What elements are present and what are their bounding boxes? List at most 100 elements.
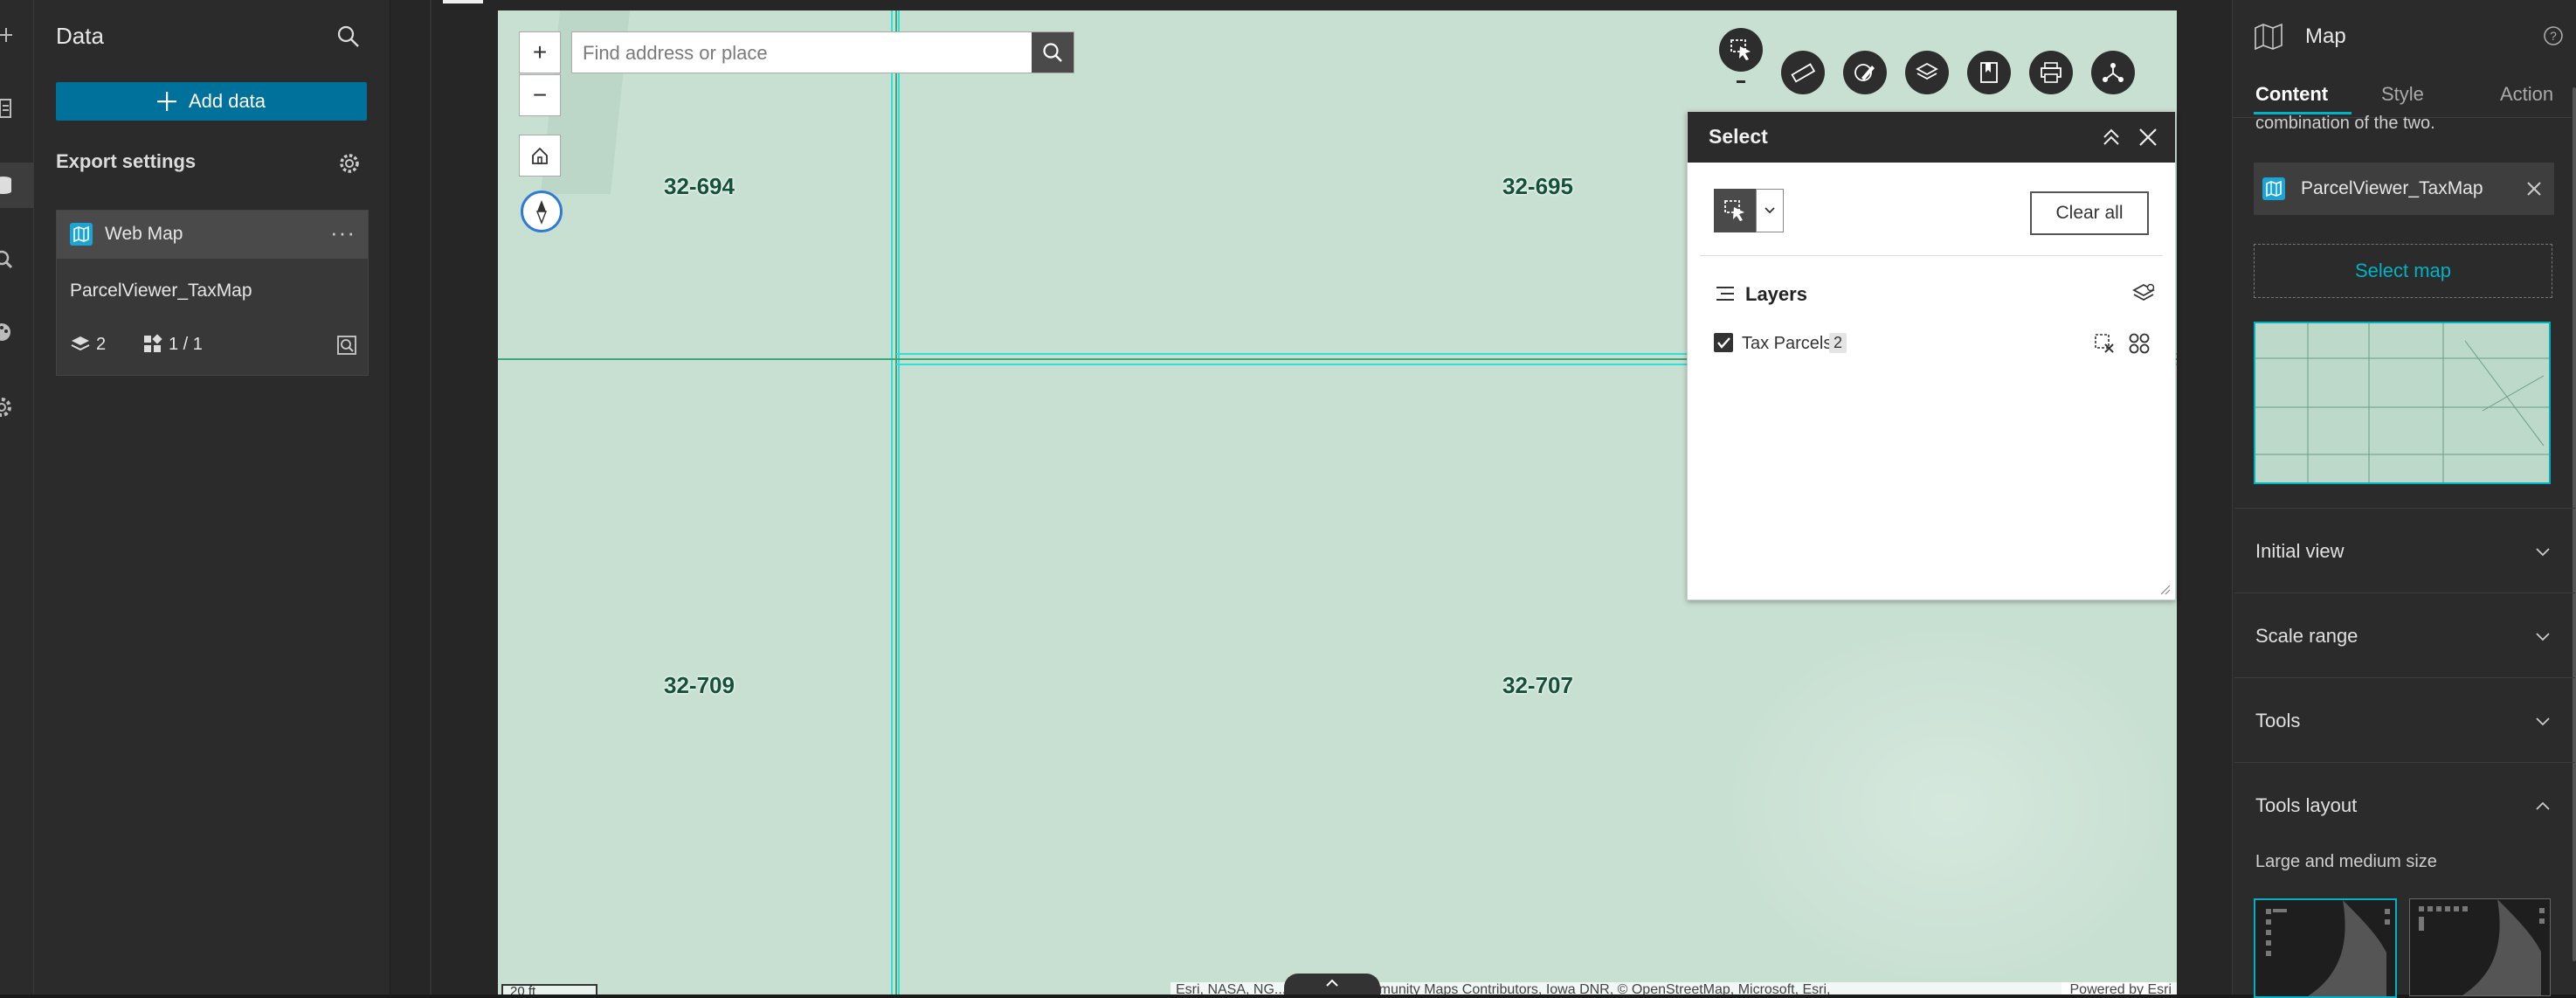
- compass-icon: [535, 200, 548, 225]
- section-label: Tools: [2255, 710, 2301, 731]
- select-panel-title: Select: [1709, 125, 1768, 148]
- map-preview-image: [2255, 323, 2549, 482]
- expand-attribution-button[interactable]: [1284, 974, 1380, 995]
- add-data-button[interactable]: Add data: [56, 82, 367, 121]
- close-panel-button[interactable]: [2137, 126, 2159, 149]
- section-tools-layout[interactable]: Tools layout: [2234, 762, 2575, 847]
- layout-option-horizontal[interactable]: [2409, 898, 2551, 996]
- page-button[interactable]: [0, 86, 33, 131]
- search-input[interactable]: Find address or place: [572, 32, 1032, 73]
- chevron-down-icon: [2536, 717, 2550, 726]
- list-icon: [1716, 287, 1734, 301]
- search-placeholder: Find address or place: [583, 42, 768, 64]
- plus-icon: [0, 28, 12, 42]
- print-button[interactable]: [2029, 51, 2073, 94]
- powered-by-text: Powered by Esri: [2061, 982, 2172, 995]
- tab-action[interactable]: Action: [2500, 83, 2553, 106]
- select-tool-button[interactable]: [1719, 28, 1763, 72]
- web-map-type-label: Web Map: [105, 224, 183, 244]
- select-icon: [1730, 39, 1751, 60]
- export-settings-button[interactable]: [338, 152, 361, 175]
- web-map-card[interactable]: Web Map ··· ParcelViewer_TaxMap 2 1 / 1: [56, 210, 369, 376]
- section-initial-view[interactable]: Initial view: [2234, 508, 2575, 593]
- data-panel: Data Add data Export settings Web Map ··…: [34, 0, 390, 995]
- zoom-to-map-button[interactable]: [336, 335, 357, 356]
- export-settings-label: Export settings: [56, 150, 197, 172]
- collapse-panel-button[interactable]: [2100, 126, 2123, 149]
- widget-count-value: 1 / 1: [169, 334, 203, 354]
- layers-gear-icon: [2132, 283, 2155, 301]
- data-button[interactable]: [0, 163, 33, 208]
- selection-mode-button[interactable]: [1714, 189, 1756, 232]
- check-icon: [1717, 337, 1730, 349]
- measure-tool-button[interactable]: [1781, 51, 1825, 94]
- search-submit-button[interactable]: [1032, 32, 1074, 73]
- tab-style[interactable]: Style: [2381, 83, 2424, 106]
- chevron-down-icon: [2536, 548, 2550, 557]
- show-selected-features-button[interactable]: [2128, 332, 2151, 355]
- layer-name: Tax Parcels: [1742, 334, 1833, 353]
- layer-options-button[interactable]: [2131, 281, 2156, 306]
- web-map-name: ParcelViewer_TaxMap: [70, 281, 252, 301]
- layout-preview-vertical: [2266, 900, 2390, 996]
- map-icon: [2255, 23, 2282, 51]
- map-widget-icon: [2254, 23, 2283, 51]
- widget-count: 1 / 1: [142, 334, 203, 355]
- clear-layer-selection-button[interactable]: [2093, 332, 2116, 355]
- attribution-text: Esri, NASA, NG... ...A | Esri Community …: [1176, 982, 1831, 995]
- home-icon: [532, 147, 548, 164]
- zoom-in-button[interactable]: +: [519, 31, 561, 73]
- layout-preview-horizontal: [2419, 899, 2545, 995]
- resize-handle[interactable]: [2159, 584, 2172, 596]
- more-options-button[interactable]: ···: [330, 219, 356, 246]
- select-map-button[interactable]: Select map: [2254, 244, 2552, 298]
- remove-map-button[interactable]: [2524, 179, 2544, 198]
- section-tools[interactable]: Tools: [2234, 677, 2575, 762]
- layer-checkbox[interactable]: [1714, 333, 1733, 352]
- svg-text:?: ?: [2550, 29, 2557, 43]
- page-icon: [0, 99, 11, 118]
- layout-option-vertical[interactable]: [2254, 898, 2397, 998]
- web-map-icon: [70, 223, 93, 246]
- section-label: Initial view: [2255, 540, 2345, 562]
- settings-button[interactable]: [0, 385, 33, 430]
- clear-selection-icon: [2095, 334, 2114, 353]
- zoom-out-button[interactable]: −: [519, 74, 561, 116]
- web-map-header: Web Map ···: [57, 211, 368, 259]
- network-tool-button[interactable]: [2091, 51, 2135, 94]
- data-search-button[interactable]: [336, 24, 361, 49]
- parcel-label: 32-707: [1502, 672, 1573, 698]
- help-button[interactable]: ?: [2542, 24, 2565, 47]
- chevron-up-icon: [1326, 979, 1338, 987]
- layers-heading-icon: [1714, 282, 1737, 305]
- theme-button[interactable]: [0, 309, 33, 355]
- bookmark-button[interactable]: [1967, 51, 2011, 94]
- canvas-handle: [443, 0, 483, 3]
- description-text: combination of the two.: [2255, 114, 2435, 133]
- chevron-down-icon: [2536, 633, 2550, 641]
- resize-icon: [2160, 585, 2171, 595]
- map-thumbnail[interactable]: [2254, 322, 2551, 484]
- parcel-label: 32-694: [664, 173, 735, 199]
- selection-mode-dropdown[interactable]: [1756, 189, 1784, 232]
- canvas-divider: [430, 0, 432, 995]
- settings-panel-title: Map: [2305, 24, 2346, 48]
- sketch-icon: [1854, 64, 1875, 81]
- compass-button[interactable]: [521, 191, 563, 232]
- tab-content[interactable]: Content: [2255, 83, 2328, 106]
- draw-tool-button[interactable]: [1843, 51, 1887, 94]
- plus-icon: [156, 92, 176, 111]
- gear-icon: [0, 398, 11, 417]
- widgets-icon: [144, 334, 162, 352]
- add-page-button[interactable]: [0, 12, 33, 58]
- search-rail-button[interactable]: [0, 238, 33, 283]
- section-scale-range[interactable]: Scale range: [2234, 593, 2575, 677]
- layer-count: 2: [70, 334, 106, 355]
- panel-title: Data: [56, 23, 104, 49]
- selected-map-chip[interactable]: ParcelViewer_TaxMap: [2254, 163, 2554, 215]
- parcel-label: 32-695: [1502, 173, 1573, 199]
- home-button[interactable]: [519, 135, 561, 177]
- section-label: Tools layout: [2255, 794, 2358, 816]
- clear-all-button[interactable]: Clear all: [2030, 191, 2149, 235]
- layer-list-button[interactable]: [1905, 51, 1949, 94]
